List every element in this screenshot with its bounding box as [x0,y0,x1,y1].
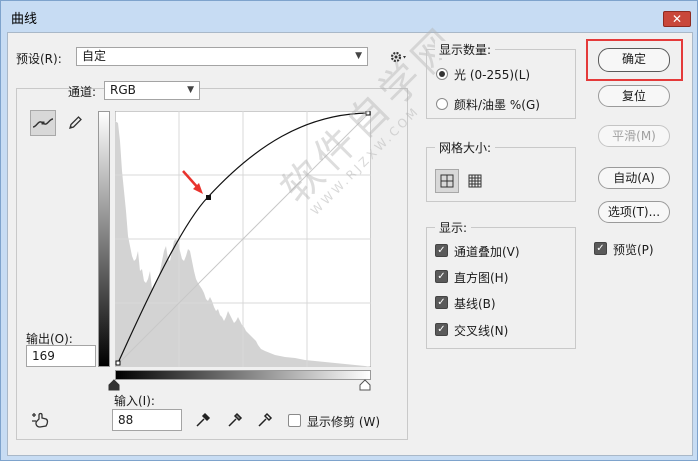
detailed-grid-button[interactable] [463,169,487,193]
input-label: 输入(I): [114,394,155,408]
baseline-label: 基线(B) [454,297,496,311]
baseline-checkbox[interactable]: ✓ [435,296,448,309]
channel-value: RGB [110,83,136,97]
pencil-icon [69,116,82,129]
curves-graph[interactable] [115,111,371,367]
white-eyedropper-icon[interactable] [256,411,274,429]
light-radio-label: 光 (0-255)(L) [454,68,531,82]
window-title: 曲线 [11,12,38,27]
curve-point-tool[interactable] [30,110,56,136]
options-button[interactable]: 选项(T)... [598,201,670,223]
histogram-label: 直方图(H) [454,271,509,285]
show-title: 显示: [435,219,472,236]
chevron-down-icon: ▼ [187,85,194,95]
preset-label: 预设(R): [16,52,62,66]
reset-button[interactable]: 复位 [598,85,670,107]
curve-point-black[interactable] [115,360,121,366]
on-image-adjust-hand-icon[interactable] [30,409,54,431]
pencil-tool[interactable] [62,110,88,136]
intersection-line-checkbox[interactable]: ✓ [435,323,448,336]
grid-10-icon [468,174,482,188]
output-value: 169 [32,349,55,363]
intersection-line-label: 交叉线(N) [454,324,509,338]
grid-size-title: 网格大小: [435,139,496,156]
histogram-checkbox[interactable]: ✓ [435,270,448,283]
preview-checkbox[interactable]: ✓ [594,242,607,255]
preset-value: 自定 [82,49,107,63]
display-amount-title: 显示数量: [435,41,496,58]
dialog-body: 预设(R): 自定 ▼ 通道: RGB ▼ 输出(O): 169 输入(I): … [7,17,693,456]
preset-options-gear-icon[interactable] [388,48,408,66]
light-radio[interactable] [436,68,448,80]
chevron-down-icon: ▼ [355,51,362,61]
white-point-slider-icon[interactable] [358,379,372,391]
output-field[interactable]: 169 [26,345,96,367]
black-point-slider-icon[interactable] [107,379,121,391]
close-button[interactable]: ✕ [663,11,691,27]
pigment-radio[interactable] [436,98,448,110]
channel-select[interactable]: RGB ▼ [104,81,200,100]
curve-point-white[interactable] [365,111,371,116]
show-clipping-checkbox[interactable] [288,414,301,427]
ok-button[interactable]: 确定 [598,48,670,72]
output-gradient-bar [98,111,110,367]
grid-4-icon [440,174,454,188]
curve-wave-icon [32,118,54,128]
input-gradient-bar [115,370,371,380]
channel-overlay-label: 通道叠加(V) [454,245,520,259]
preset-select[interactable]: 自定 ▼ [76,47,368,66]
auto-button[interactable]: 自动(A) [598,167,670,189]
gray-eyedropper-icon[interactable] [226,411,244,429]
channel-label: 通道: [68,85,97,99]
title-bar: 曲线 ✕ [1,1,698,32]
input-field[interactable]: 88 [112,409,182,431]
black-eyedropper-icon[interactable] [194,411,212,429]
show-clipping-label: 显示修剪 (W) [307,415,381,429]
close-icon: ✕ [671,12,683,26]
smooth-button[interactable]: 平滑(M) [598,125,670,147]
curves-dialog: 曲线 ✕ 预设(R): 自定 ▼ 通道: RGB ▼ 输出(O): 169 输入… [0,0,698,461]
pigment-radio-label: 颜料/油墨 %(G) [454,98,540,112]
channel-overlay-checkbox[interactable]: ✓ [435,244,448,257]
simple-grid-button[interactable] [435,169,459,193]
curve-point-selected[interactable] [206,195,211,200]
input-value: 88 [118,413,134,427]
preview-label: 预览(P) [613,243,654,257]
